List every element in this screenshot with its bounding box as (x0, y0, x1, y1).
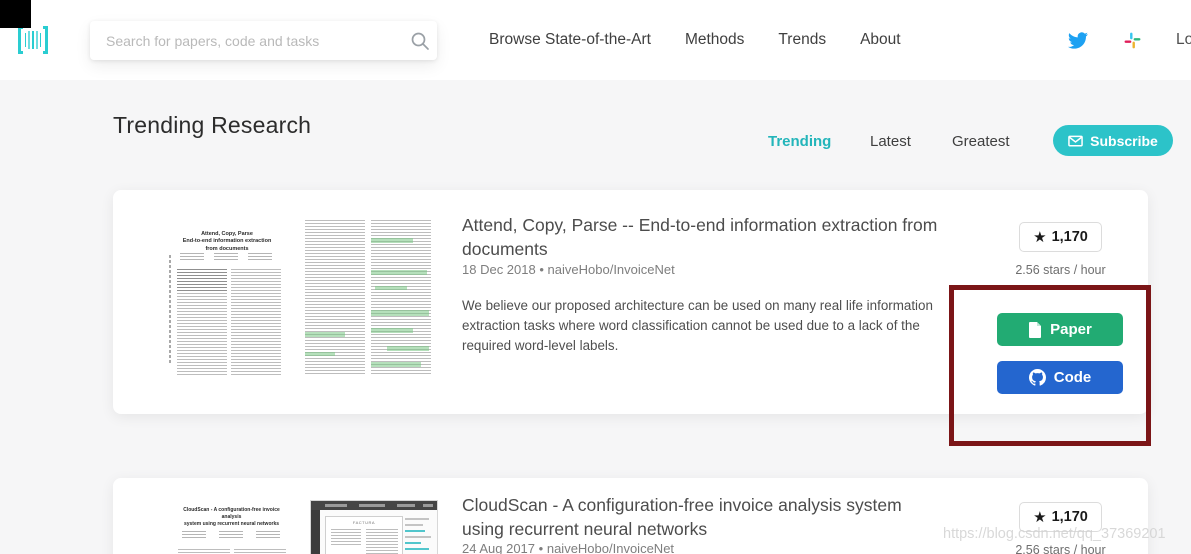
arxiv-sidebar-text (169, 255, 171, 363)
paper-button[interactable]: Paper (997, 313, 1123, 346)
search-bar (90, 21, 437, 60)
repo-link[interactable]: naiveHobo/InvoiceNet (547, 541, 674, 554)
paper-date: 18 Dec 2018 (462, 262, 536, 277)
papers-with-code-page: Browse State-of-the-Art Methods Trends A… (0, 0, 1191, 554)
paper-card: Attend, Copy, Parse End-to-end informati… (113, 190, 1148, 414)
main-nav: Browse State-of-the-Art Methods Trends A… (489, 0, 901, 80)
paper-title[interactable]: Attend, Copy, Parse -- End-to-end inform… (462, 214, 974, 261)
stars-rate: 2.56 stars / hour (1015, 543, 1106, 554)
stars-count: 1,170 (1051, 229, 1088, 245)
paper-meta: 18 Dec 2018 • naiveHobo/InvoiceNet (462, 262, 675, 277)
login-link[interactable]: Lo (1176, 31, 1191, 49)
header: Browse State-of-the-Art Methods Trends A… (0, 0, 1191, 80)
nav-browse-sota[interactable]: Browse State-of-the-Art (489, 31, 651, 49)
tab-latest[interactable]: Latest (870, 133, 911, 150)
document-icon (1028, 321, 1042, 338)
twitter-icon[interactable] (1068, 32, 1088, 54)
star-icon: ★ (1033, 509, 1047, 526)
nav-trends[interactable]: Trends (778, 31, 826, 49)
nav-about[interactable]: About (860, 31, 901, 49)
code-button[interactable]: Code (997, 361, 1123, 394)
star-icon: ★ (1033, 229, 1047, 246)
email-icon (1068, 135, 1083, 147)
stars-count: 1,170 (1051, 509, 1088, 525)
corner-artifact (0, 0, 31, 28)
nav-methods[interactable]: Methods (685, 31, 744, 49)
watermark-text: https://blog.csdn.net/qq_37369201 (943, 526, 1166, 542)
paper-title[interactable]: CloudScan - A configuration-free invoice… (462, 494, 942, 541)
repo-link[interactable]: naiveHobo/InvoiceNet (548, 262, 675, 277)
paper-card: CloudScan - A configuration-free invoice… (113, 478, 1148, 554)
invoice-tool-screenshot: FACTURA (310, 500, 438, 554)
tab-greatest[interactable]: Greatest (952, 133, 1010, 150)
paper-abstract: We believe our proposed architecture can… (462, 298, 933, 354)
page-title: Trending Research (113, 112, 312, 138)
slack-icon[interactable] (1124, 32, 1141, 54)
search-input[interactable] (90, 32, 403, 49)
stars-rate: 2.56 stars / hour (1015, 263, 1106, 277)
papers-with-code-logo-icon[interactable] (17, 26, 49, 54)
paper-meta: 24 Aug 2017 • naiveHobo/InvoiceNet (462, 541, 675, 554)
github-icon (1028, 369, 1046, 386)
stars-badge[interactable]: ★ 1,170 (1019, 222, 1102, 252)
search-icon[interactable] (403, 31, 437, 51)
tab-trending[interactable]: Trending (768, 133, 831, 150)
subscribe-button[interactable]: Subscribe (1053, 125, 1173, 156)
paper-date: 24 Aug 2017 (462, 541, 536, 554)
